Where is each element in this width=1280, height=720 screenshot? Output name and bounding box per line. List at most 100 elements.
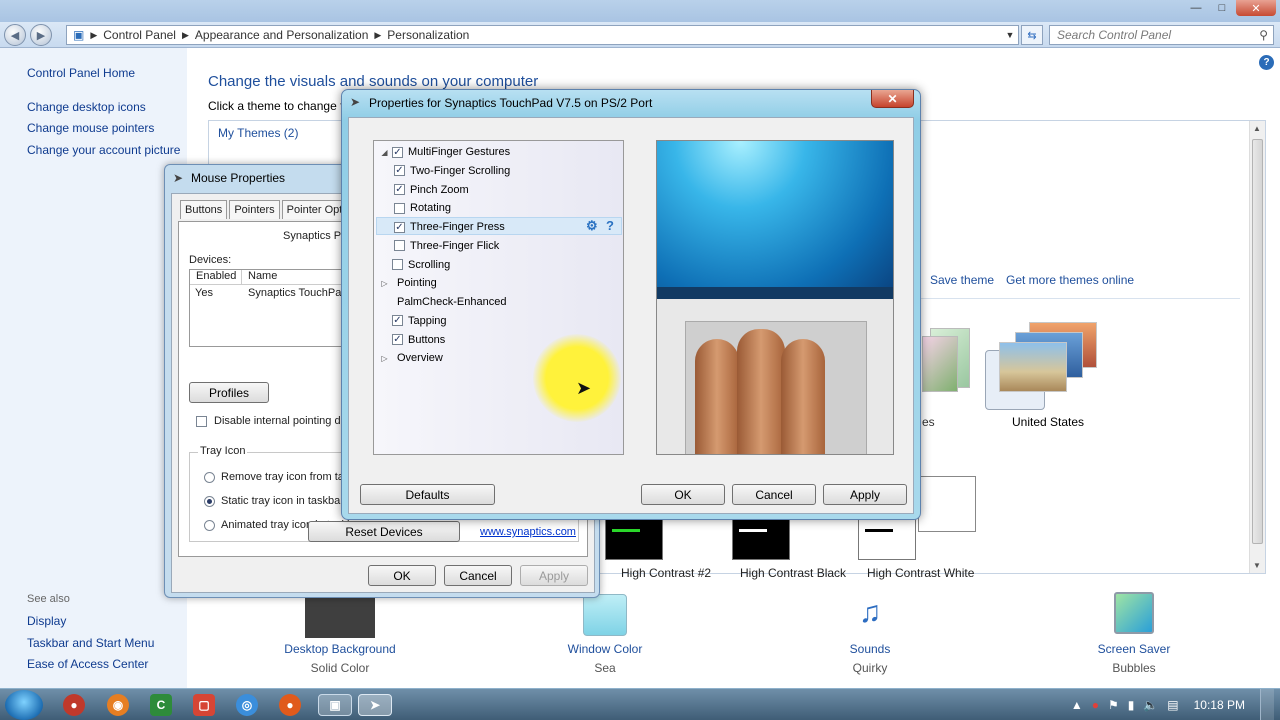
close-button[interactable]: ✕ bbox=[871, 90, 914, 108]
link-change-desktop-icons[interactable]: Change desktop icons bbox=[27, 100, 146, 114]
ok-button[interactable]: OK bbox=[368, 565, 436, 586]
scroll-thumb[interactable] bbox=[1252, 139, 1263, 544]
cancel-button[interactable]: Cancel bbox=[732, 484, 816, 505]
network-icon[interactable]: ▤ bbox=[1167, 698, 1178, 712]
link-change-account-picture[interactable]: Change your account picture bbox=[27, 143, 180, 157]
forward-button[interactable]: ▶ bbox=[30, 24, 52, 46]
get-more-themes-link[interactable]: Get more themes online bbox=[1006, 273, 1134, 287]
tree-item[interactable]: PalmCheck-Enhanced bbox=[380, 294, 506, 310]
checkbox[interactable]: ✓ bbox=[392, 315, 403, 327]
theme-high-contrast-white[interactable] bbox=[858, 518, 916, 560]
column-name[interactable]: Name bbox=[242, 270, 342, 284]
tab-buttons[interactable]: Buttons bbox=[180, 200, 228, 219]
link-taskbar-start-menu[interactable]: Taskbar and Start Menu bbox=[27, 636, 154, 650]
theme-thumbnail-blank[interactable] bbox=[918, 476, 976, 532]
expand-closed-icon[interactable]: ▷ bbox=[380, 354, 389, 363]
checkbox[interactable]: ✓ bbox=[394, 165, 405, 177]
camtasia-icon[interactable]: C bbox=[150, 694, 172, 716]
mouse-taskbar-icon[interactable]: ➤ bbox=[358, 694, 392, 716]
flag-icon[interactable]: ⚑ bbox=[1108, 698, 1119, 712]
chevron-right-icon[interactable]: ▶ bbox=[90, 30, 97, 41]
expand-closed-icon[interactable]: ▷ bbox=[380, 279, 389, 288]
checkbox[interactable] bbox=[394, 202, 405, 214]
link-change-mouse-pointers[interactable]: Change mouse pointers bbox=[27, 121, 154, 135]
cancel-button[interactable]: Cancel bbox=[444, 565, 512, 586]
save-theme-link[interactable]: Save theme bbox=[930, 273, 994, 287]
tree-item[interactable]: ✓ Two-Finger Scrolling bbox=[394, 163, 510, 179]
ok-button[interactable]: OK bbox=[641, 484, 725, 505]
breadcrumb-item[interactable]: Control Panel bbox=[103, 28, 176, 42]
tree-item[interactable]: Scrolling bbox=[380, 257, 450, 273]
volume-icon[interactable]: 🔈 bbox=[1143, 698, 1158, 712]
search-icon[interactable]: ⚲ bbox=[1259, 28, 1268, 42]
window-color-item[interactable]: Window Color Sea bbox=[525, 592, 685, 675]
reset-devices-button[interactable]: Reset Devices bbox=[308, 521, 460, 542]
chevron-right-icon[interactable]: ▶ bbox=[374, 30, 381, 41]
apply-button[interactable]: Apply bbox=[823, 484, 907, 505]
recorder-icon[interactable]: ▢ bbox=[193, 694, 215, 716]
show-desktop-button[interactable] bbox=[1260, 689, 1274, 720]
radio-button[interactable] bbox=[204, 471, 215, 483]
tree-item[interactable]: ✓ Three-Finger Press bbox=[394, 219, 505, 235]
tree-item[interactable]: ✓ Pinch Zoom bbox=[394, 182, 469, 198]
help-icon[interactable]: ? bbox=[1259, 55, 1274, 70]
checkbox[interactable] bbox=[394, 240, 405, 252]
help-icon[interactable]: ? bbox=[606, 218, 614, 233]
desktop-background-item[interactable]: Desktop Background Solid Color bbox=[260, 592, 420, 675]
antivirus-icon[interactable]: ● bbox=[1092, 698, 1099, 712]
maximize-button[interactable]: □ bbox=[1210, 0, 1234, 16]
tree-item[interactable]: ✓ Tapping bbox=[380, 313, 447, 329]
firefox-icon[interactable]: ● bbox=[279, 694, 301, 716]
tray-option-static[interactable]: Static tray icon in taskbar bbox=[204, 495, 344, 507]
chrome-icon[interactable]: ◎ bbox=[236, 694, 258, 716]
show-hidden-icons-icon[interactable]: ▲ bbox=[1071, 698, 1083, 712]
checkbox[interactable] bbox=[392, 259, 403, 270]
minimize-button[interactable]: — bbox=[1184, 0, 1208, 16]
checkbox[interactable]: ✓ bbox=[394, 221, 405, 233]
scroll-down-icon[interactable]: ▼ bbox=[1253, 561, 1261, 570]
tree-item[interactable]: ▷ Pointing bbox=[380, 275, 436, 291]
checkbox[interactable]: ✓ bbox=[392, 146, 403, 158]
chevron-right-icon[interactable]: ▶ bbox=[182, 30, 189, 41]
link-display[interactable]: Display bbox=[27, 614, 66, 628]
breadcrumb-item[interactable]: Personalization bbox=[387, 28, 469, 42]
settings-gear-icon[interactable]: ⚙ bbox=[586, 218, 598, 234]
breadcrumb[interactable]: ▣ ▶ Control Panel ▶ Appearance and Perso… bbox=[66, 25, 1019, 45]
browser-icon[interactable]: ◉ bbox=[107, 694, 129, 716]
link-ease-of-access[interactable]: Ease of Access Center bbox=[27, 657, 148, 671]
link-control-panel-home[interactable]: Control Panel Home bbox=[27, 66, 135, 80]
clock[interactable]: 10:18 PM bbox=[1194, 698, 1245, 712]
radio-button[interactable] bbox=[204, 495, 215, 507]
tree-item[interactable]: ▷ Overview bbox=[380, 350, 442, 366]
defaults-button[interactable]: Defaults bbox=[360, 484, 495, 505]
media-player-icon[interactable]: ● bbox=[63, 694, 85, 716]
tree-item[interactable]: Rotating bbox=[394, 200, 451, 216]
column-enabled[interactable]: Enabled bbox=[190, 270, 242, 284]
refresh-button[interactable]: ⇆ bbox=[1021, 25, 1043, 45]
start-button[interactable] bbox=[5, 690, 43, 720]
checkbox[interactable]: ✓ bbox=[394, 184, 405, 195]
apply-button[interactable]: Apply bbox=[520, 565, 588, 586]
tree-item[interactable]: ✓ Buttons bbox=[380, 332, 445, 348]
close-button[interactable]: ✕ bbox=[1236, 0, 1276, 16]
scroll-up-icon[interactable]: ▲ bbox=[1253, 124, 1261, 133]
breadcrumb-item[interactable]: Appearance and Personalization bbox=[195, 28, 368, 42]
battery-icon[interactable]: ▮ bbox=[1128, 698, 1135, 712]
tree-item[interactable]: ◢ ✓ MultiFinger Gestures bbox=[380, 144, 510, 160]
theme-united-states[interactable] bbox=[985, 320, 1101, 410]
screen-saver-item[interactable]: Screen Saver Bubbles bbox=[1054, 592, 1214, 675]
theme-high-contrast-2[interactable] bbox=[605, 518, 663, 560]
checkbox[interactable]: ✓ bbox=[392, 334, 403, 345]
tab-pointers[interactable]: Pointers bbox=[229, 200, 280, 219]
expand-open-icon[interactable]: ◢ bbox=[380, 148, 389, 157]
sounds-item[interactable]: ♫ Sounds Quirky bbox=[790, 592, 950, 675]
profiles-button[interactable]: Profiles bbox=[189, 382, 269, 403]
synaptics-link[interactable]: www.synaptics.com bbox=[480, 526, 576, 538]
checkbox[interactable] bbox=[196, 415, 207, 427]
theme-high-contrast-black[interactable] bbox=[732, 518, 790, 560]
chevron-down-icon[interactable]: ▼ bbox=[1002, 30, 1018, 40]
back-button[interactable]: ◀ bbox=[4, 24, 26, 46]
themes-scrollbar[interactable]: ▲ ▼ bbox=[1249, 121, 1265, 573]
theme-thumbnail[interactable] bbox=[922, 322, 970, 400]
tree-item[interactable]: Three-Finger Flick bbox=[394, 238, 499, 254]
